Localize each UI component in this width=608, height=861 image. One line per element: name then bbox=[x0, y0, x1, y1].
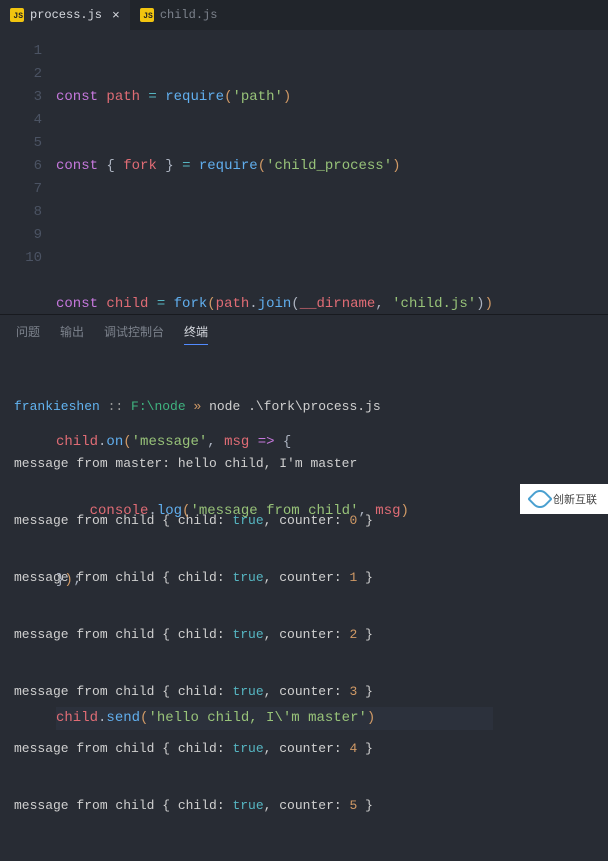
watermark-text: 创新互联 bbox=[553, 491, 597, 507]
line-number: 6 bbox=[0, 155, 42, 178]
line-number: 2 bbox=[0, 63, 42, 86]
code-line: child.on('message', msg => { bbox=[56, 431, 493, 454]
code-line: }); bbox=[56, 569, 493, 592]
terminal-line: message from child { child: true, counte… bbox=[14, 682, 594, 701]
tab-child-js[interactable]: JS child.js bbox=[130, 0, 228, 30]
js-icon: JS bbox=[10, 8, 24, 22]
line-number: 3 bbox=[0, 86, 42, 109]
editor: 1 2 3 4 5 6 7 8 9 10 const path = requir… bbox=[0, 30, 608, 314]
code-area[interactable]: const path = require('path') const { for… bbox=[56, 30, 493, 314]
code-line bbox=[56, 224, 493, 247]
code-line: const { fork } = require('child_process'… bbox=[56, 155, 493, 178]
logo-icon bbox=[527, 486, 552, 511]
line-number: 7 bbox=[0, 178, 42, 201]
line-number: 4 bbox=[0, 109, 42, 132]
terminal-line: message from child { child: true, counte… bbox=[14, 796, 594, 815]
line-number: 9 bbox=[0, 224, 42, 247]
tab-problems[interactable]: 问题 bbox=[16, 323, 40, 345]
tab-label: process.js bbox=[30, 8, 102, 22]
code-line: const child = fork(path.join(__dirname, … bbox=[56, 293, 493, 316]
line-number: 10 bbox=[0, 247, 42, 270]
line-number: 1 bbox=[0, 40, 42, 63]
code-line bbox=[56, 638, 493, 661]
code-line bbox=[56, 362, 493, 385]
code-line: console.log('message from child', msg) bbox=[56, 500, 493, 523]
tab-label: child.js bbox=[160, 8, 218, 22]
tab-process-js[interactable]: JS process.js × bbox=[0, 0, 130, 30]
watermark: 创新互联 bbox=[520, 484, 608, 514]
tab-bar: JS process.js × JS child.js bbox=[0, 0, 608, 30]
code-line: child.send('hello child, I\'m master') bbox=[56, 707, 493, 730]
line-number: 8 bbox=[0, 201, 42, 224]
js-icon: JS bbox=[140, 8, 154, 22]
close-icon[interactable]: × bbox=[112, 8, 120, 23]
code-line: const path = require('path') bbox=[56, 86, 493, 109]
line-number: 5 bbox=[0, 132, 42, 155]
gutter: 1 2 3 4 5 6 7 8 9 10 bbox=[0, 30, 56, 314]
terminal-line: message from child { child: true, counte… bbox=[14, 739, 594, 758]
